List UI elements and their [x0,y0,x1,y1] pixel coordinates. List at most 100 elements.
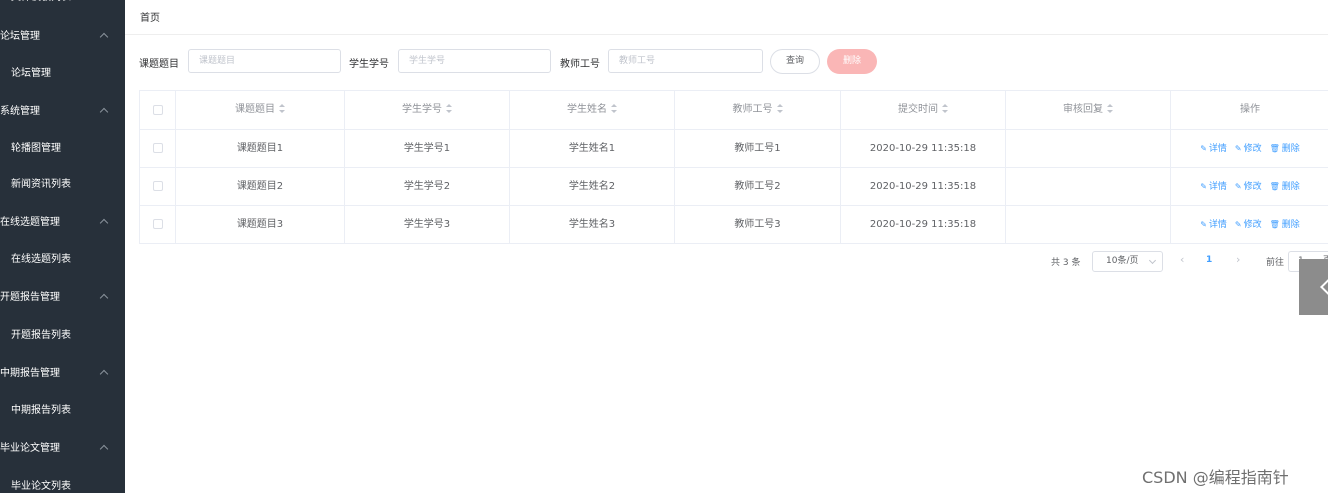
teacher-id-input[interactable] [608,49,763,73]
sidebar-group-label: 系统管理 [0,106,40,117]
chevron-up-icon [99,444,109,454]
row-checkbox[interactable] [153,143,163,153]
student-id-input[interactable] [398,49,551,73]
column-header-review-reply[interactable]: 审核回复 [1006,91,1171,129]
sidebar-group-midterm-report[interactable]: 中期报告管理 [0,364,125,384]
table-row: 课题题目3 学生学号3 学生姓名3 教师工号3 2020-10-29 11:35… [140,206,1328,244]
cell-student-id: 学生学号3 [345,206,510,243]
sort-caret-icon[interactable] [279,104,285,113]
column-header-label: 提交时间 [898,104,938,115]
next-page-icon[interactable]: › [1236,253,1240,266]
side-panel-toggle[interactable] [1299,259,1328,315]
goto-label: 前往 [1266,258,1285,268]
page-size-select[interactable]: 10条/页 [1092,251,1163,272]
column-header-label: 操作 [1240,104,1260,115]
delete-label: 删除 [1281,182,1300,192]
column-header-student-name[interactable]: 学生姓名 [510,91,675,129]
column-header-label: 学生学号 [402,104,442,115]
page-number-current[interactable]: 1 [1206,255,1212,265]
sidebar-group-label: 论坛管理 [0,31,40,42]
sidebar-group-thesis[interactable]: 毕业论文管理 [0,439,125,459]
chevron-up-icon [99,369,109,379]
batch-delete-button[interactable]: 删除 [827,49,877,74]
prev-page-icon[interactable]: ‹ [1180,253,1184,266]
edit-icon: ✎ [1200,220,1207,229]
sidebar-item-carousel[interactable]: 轮播图管理 [0,139,125,159]
cell-topic: 课题题目3 [176,206,345,243]
edit-label: 修改 [1243,220,1262,230]
sidebar-group-opening-report[interactable]: 开题报告管理 [0,288,125,308]
row-checkbox-cell [140,206,176,243]
edit-link[interactable]: ✎ 修改 [1235,220,1262,230]
cell-review-reply [1006,168,1171,205]
column-header-teacher-id[interactable]: 教师工号 [675,91,841,129]
chevron-up-icon [99,32,109,42]
chevron-left-icon [1320,277,1328,297]
sidebar-item-thesis-list[interactable]: 毕业论文列表 [0,477,125,493]
breadcrumb-home[interactable]: 首页 [140,9,160,24]
detail-label: 详情 [1208,182,1227,192]
sidebar-group-system[interactable]: 系统管理 [0,102,125,122]
cell-student-name: 学生姓名1 [510,130,675,167]
table-row: 课题题目2 学生学号2 学生姓名2 教师工号2 2020-10-29 11:35… [140,168,1328,206]
row-checkbox[interactable] [153,181,163,191]
delete-link[interactable]: 🗑 删除 [1270,144,1300,154]
delete-label: 删除 [1281,144,1300,154]
select-all-checkbox[interactable] [153,105,163,115]
column-header-topic[interactable]: 课题题目 [176,91,345,129]
sidebar-item-label: 轮播图管理 [11,143,61,154]
sidebar-item-label: 毕业论文列表 [11,481,71,492]
sidebar-group-label: 在线选题管理 [0,217,60,228]
cell-teacher-id: 教师工号2 [675,168,841,205]
row-checkbox[interactable] [153,219,163,229]
edit-link[interactable]: ✎ 修改 [1235,144,1262,154]
column-header-label: 课题题目 [235,104,275,115]
sort-caret-icon[interactable] [611,104,617,113]
sidebar-item-label: 新闻资讯列表 [11,179,71,190]
row-checkbox-cell [140,130,176,167]
sidebar-item-label: 在线选题列表 [11,254,71,265]
sidebar-item-online-topic-list[interactable]: 在线选题列表 [0,250,125,270]
topic-title-input[interactable] [188,49,341,73]
query-button[interactable]: 查询 [770,49,820,74]
teacher-id-label: 教师工号 [560,59,600,70]
detail-link[interactable]: ✎ 详情 [1200,182,1227,192]
cell-submit-time: 2020-10-29 11:35:18 [841,130,1006,167]
cell-review-reply [1006,130,1171,167]
data-table: 课题题目 学生学号 学生姓名 教师工号 提交时间 审核回复 操作 课题题目1 学… [139,90,1328,244]
sidebar-item-opening-report-list[interactable]: 开题报告列表 [0,326,125,346]
sidebar-item-news-list[interactable]: 新闻资讯列表 [0,175,125,195]
column-header-student-id[interactable]: 学生学号 [345,91,510,129]
sidebar-item-forum-manage[interactable]: 论坛管理 [0,64,125,84]
sort-caret-icon[interactable] [942,104,948,113]
chevron-up-icon [99,218,109,228]
sidebar-group-label: 中期报告管理 [0,368,60,379]
edit-label: 修改 [1243,144,1262,154]
sort-caret-icon[interactable] [446,104,452,113]
edit-link[interactable]: ✎ 修改 [1235,182,1262,192]
student-id-label: 学生学号 [349,59,389,70]
edit-icon: ✎ [1200,144,1207,153]
column-header-submit-time[interactable]: 提交时间 [841,91,1006,129]
sort-caret-icon[interactable] [1107,104,1113,113]
delete-link[interactable]: 🗑 删除 [1270,182,1300,192]
sidebar-item-file-template-list[interactable]: 文件模板列表 [0,0,125,20]
edit-icon: ✎ [1234,182,1242,191]
cell-student-name: 学生姓名2 [510,168,675,205]
sidebar-group-online-topic[interactable]: 在线选题管理 [0,213,125,233]
cell-student-name: 学生姓名3 [510,206,675,243]
edit-icon: ✎ [1234,144,1242,153]
trash-icon: 🗑 [1269,182,1280,191]
sidebar-item-label: 文件模板列表 [11,0,71,8]
table-row: 课题题目1 学生学号1 学生姓名1 教师工号1 2020-10-29 11:35… [140,130,1328,168]
detail-link[interactable]: ✎ 详情 [1200,220,1227,230]
trash-icon: 🗑 [1269,144,1280,153]
sidebar-group-forum[interactable]: 论坛管理 [0,27,125,47]
sort-caret-icon[interactable] [776,104,783,113]
cell-teacher-id: 教师工号1 [675,130,841,167]
column-header-actions: 操作 [1171,91,1328,129]
sidebar-item-midterm-report-list[interactable]: 中期报告列表 [0,401,125,421]
delete-link[interactable]: 🗑 删除 [1270,220,1300,230]
detail-link[interactable]: ✎ 详情 [1200,144,1227,154]
chevron-up-icon [99,293,109,303]
